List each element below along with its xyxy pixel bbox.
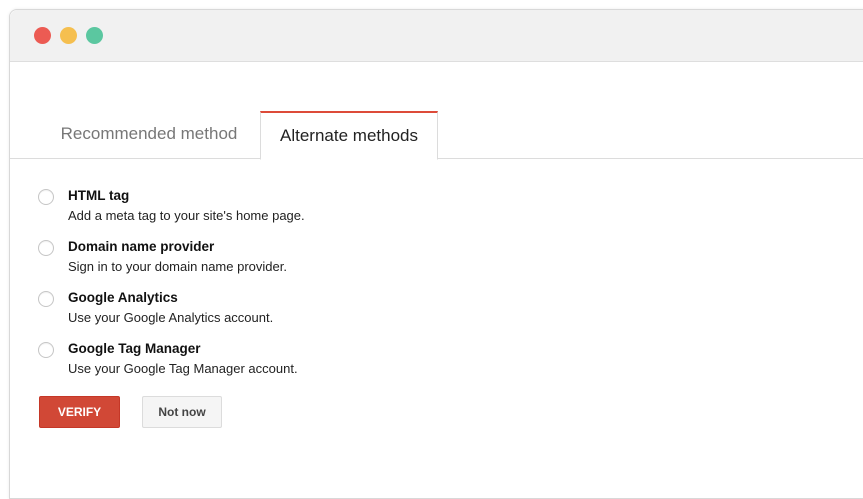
google-tag-manager-radio[interactable]	[38, 342, 54, 358]
option-description: Sign in to your domain name provider.	[68, 259, 287, 274]
minimize-window-button[interactable]	[60, 27, 77, 44]
browser-window: Recommended method Alternate methods HTM…	[9, 9, 863, 499]
tab-recommended-method[interactable]: Recommended method	[38, 111, 260, 159]
title-bar	[10, 10, 863, 62]
option-title: HTML tag	[68, 188, 130, 203]
google-analytics-radio[interactable]	[38, 291, 54, 307]
close-window-button[interactable]	[34, 27, 51, 44]
option-title: Google Tag Manager	[68, 341, 201, 356]
verify-button[interactable]: VERIFY	[39, 396, 120, 428]
not-now-button[interactable]: Not now	[142, 396, 222, 428]
option-description: Use your Google Analytics account.	[68, 310, 274, 325]
html-tag-radio[interactable]	[38, 189, 54, 205]
option-title: Domain name provider	[68, 239, 215, 254]
domain-name-provider-radio[interactable]	[38, 240, 54, 256]
option-title: Google Analytics	[68, 290, 178, 305]
option-description: Add a meta tag to your site's home page.	[68, 208, 305, 223]
option-description: Use your Google Tag Manager account.	[68, 361, 298, 376]
tab-alternate-methods[interactable]: Alternate methods	[260, 111, 438, 160]
zoom-window-button[interactable]	[86, 27, 103, 44]
verification-method-tabs: Recommended method Alternate methods	[10, 111, 863, 160]
